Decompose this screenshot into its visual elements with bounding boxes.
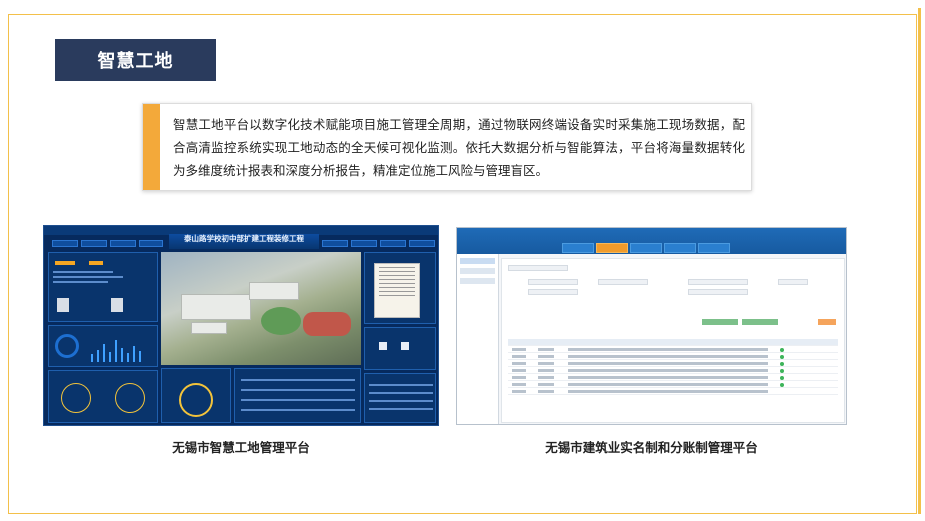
dashboard-title: 泰山路学校初中部扩建工程装修工程 (169, 234, 319, 249)
dashboard-tab (351, 240, 377, 247)
alarm-panel (364, 327, 436, 370)
certificate-document (374, 263, 420, 318)
equipment-panel (48, 370, 158, 423)
gauge-icon (61, 383, 91, 413)
dashboard-tab (139, 240, 163, 247)
monitor-panel (161, 368, 231, 423)
screenshot-caption-right: 无锡市建筑业实名制和分账制管理平台 (545, 440, 758, 455)
slide-title: 智慧工地 (55, 39, 216, 81)
real-name-platform-screenshot (456, 227, 847, 425)
gauge-icon (179, 383, 213, 417)
dashboard-tab (409, 240, 435, 247)
description-text: 智慧工地平台以数字化技术赋能项目施工管理全周期，通过物联网终端设备实时采集施工现… (173, 117, 745, 178)
dashboard-tab (110, 240, 136, 247)
record-list-panel (364, 373, 436, 423)
project-info-panel (48, 252, 158, 322)
slide-accent-bar (918, 8, 921, 514)
description-accent-bar (143, 104, 160, 190)
attendance-table (508, 339, 838, 395)
person-photo (111, 298, 123, 312)
dashboard-tab (81, 240, 107, 247)
platform-content (501, 258, 845, 423)
personnel-panel (48, 325, 158, 367)
platform-nav-tabs (562, 243, 730, 253)
smart-site-dashboard-screenshot: 泰山路学校初中部扩建工程装修工程 (43, 225, 439, 426)
screenshot-caption-left: 无锡市智慧工地管理平台 (172, 440, 310, 455)
site-aerial-photo (161, 252, 361, 365)
platform-sidebar (457, 254, 499, 424)
dashboard-tab (322, 240, 348, 247)
person-photo (57, 298, 69, 312)
environment-panel (234, 368, 361, 423)
gauge-icon (55, 334, 79, 358)
dashboard-tab (52, 240, 78, 247)
description-card: 智慧工地平台以数字化技术赋能项目施工管理全周期，通过物联网终端设备实时采集施工现… (142, 103, 752, 191)
gauge-icon (115, 383, 145, 413)
dashboard-tab (380, 240, 406, 247)
